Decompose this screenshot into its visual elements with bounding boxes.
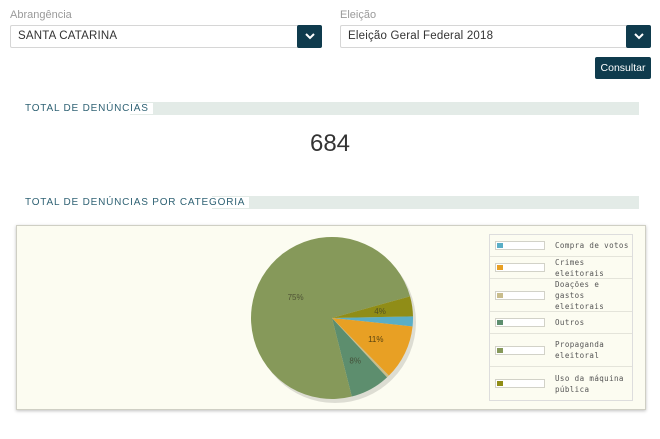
abrangencia-label: Abrangência	[10, 9, 72, 21]
pie-chart-canvas: 11% 8% 75% 4%	[250, 237, 416, 403]
legend-label: Outros	[555, 318, 585, 327]
section-divider	[212, 196, 639, 209]
legend-item[interactable]: Compra de votos	[490, 235, 632, 257]
abrangencia-select[interactable]: SANTA CATARINA	[10, 25, 322, 48]
legend-label: Propaganda eleitoral	[555, 340, 605, 360]
legend-swatch	[495, 290, 545, 300]
legend-swatch	[495, 379, 545, 388]
legend-swatch	[495, 318, 545, 327]
category-section-title: TOTAL DE DENÚNCIAS POR CATEGORIA	[25, 197, 250, 208]
chevron-down-icon[interactable]	[297, 25, 322, 48]
legend-item[interactable]: Uso da máquina pública	[490, 367, 632, 400]
abrangencia-value: SANTA CATARINA	[18, 30, 118, 42]
category-pie-chart: 11% 8% 75% 4% Compra de votos Crimes eleitor…	[16, 225, 646, 410]
pie-slice-label: 4%	[374, 307, 386, 316]
total-count: 684	[309, 130, 351, 157]
consultar-button[interactable]: Consultar	[595, 57, 651, 79]
total-section-title: TOTAL DE DENÚNCIAS	[25, 103, 153, 114]
legend-item[interactable]: Outros	[490, 312, 632, 334]
eleicao-label: Eleição	[340, 9, 377, 21]
chart-legend: Compra de votos Crimes eleitorais Doações …	[489, 234, 633, 401]
legend-swatch	[495, 263, 545, 272]
eleicao-value: Eleição Geral Federal 2018	[348, 30, 494, 42]
legend-swatch	[495, 241, 545, 250]
legend-item[interactable]: Crimes eleitorais	[490, 257, 632, 279]
legend-label: Uso da máquina pública	[555, 373, 624, 394]
legend-item[interactable]: Doações e gastos eleitorais	[490, 279, 632, 312]
legend-label: Doações e gastos eleitorais	[555, 279, 605, 311]
eleicao-select[interactable]: Eleição Geral Federal 2018	[340, 25, 651, 48]
legend-swatch	[495, 345, 545, 355]
legend-label: Crimes eleitorais	[555, 257, 605, 278]
pie-slice-label: 8%	[349, 357, 361, 366]
section-divider	[130, 102, 639, 115]
pie-slice-label: 11%	[368, 335, 383, 344]
legend-label: Compra de votos	[555, 241, 629, 250]
pie-slice-label: 75%	[288, 293, 304, 302]
chevron-down-icon[interactable]	[626, 25, 651, 48]
legend-item[interactable]: Propaganda eleitoral	[490, 334, 632, 367]
